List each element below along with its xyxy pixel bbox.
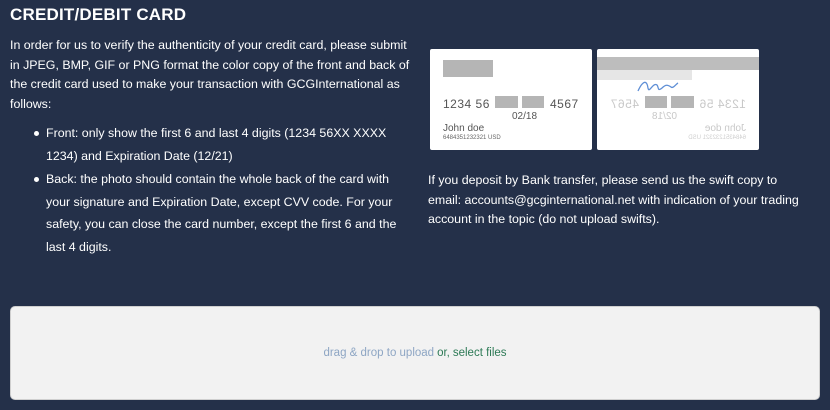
card-expiry: 02/18 [512,111,538,122]
card-front-image: 1234 56 4567 02/18 John doe 648435123232… [430,49,592,150]
card-small-number: 6484351232321 USD [443,135,501,141]
card-back-image: 1234 56 4567 02/18 John doe 648435123232… [597,49,759,150]
card-masked-block [522,96,544,108]
card-number-last: 4567 [550,97,579,111]
card-holder: John doe [443,123,485,134]
dropzone-or: or, [437,347,450,359]
card-expiry: 02/18 [651,111,677,122]
page-title: CREDIT/DEBIT CARD [10,5,187,24]
file-dropzone[interactable]: drag & drop to upload or, select files [10,306,820,400]
card-number-first: 1234 56 [699,97,746,111]
card-chip-placeholder [443,60,493,77]
instructions-list: Front: only show the first 6 and last 4 … [34,122,414,259]
list-item-front: Front: only show the first 6 and last 4 … [34,122,414,167]
card-masked-block [671,96,694,108]
list-item-back: Back: the photo should contain the whole… [34,168,414,258]
instructions-intro: In order for us to verify the authentici… [10,38,410,111]
card-small-number: 6484351232321 USD [688,135,746,141]
card-number-last: 4567 [610,97,639,111]
card-number-first: 1234 56 [443,97,490,111]
card-masked-block [495,96,518,108]
select-files-link[interactable]: select files [453,347,507,359]
card-holder: John doe [704,123,746,134]
card-masked-block [645,96,667,108]
card-back-mirrored-content: 1234 56 4567 02/18 John doe 648435123232… [597,49,759,150]
bank-transfer-note: If you deposit by Bank transfer, please … [428,173,799,226]
dropzone-prompt: drag & drop to upload [323,347,435,359]
